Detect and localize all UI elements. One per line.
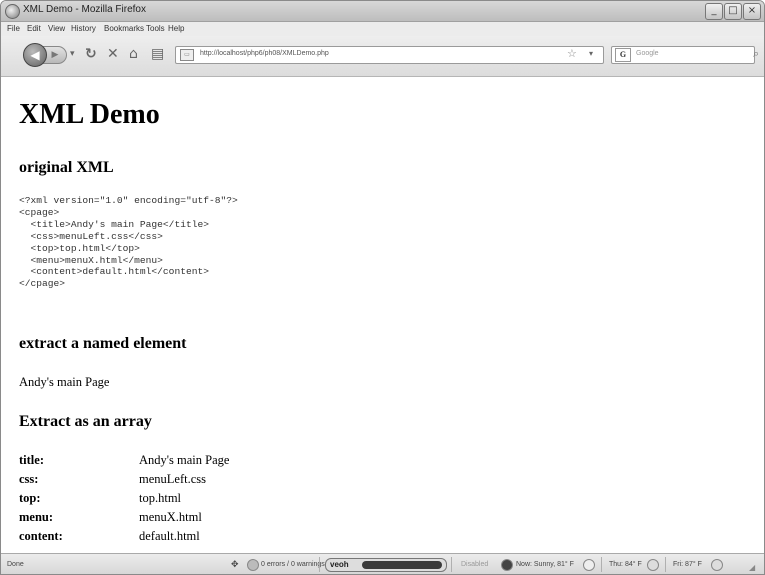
menu-bookmarks[interactable]: Bookmarks	[104, 24, 144, 33]
status-text: Done	[7, 561, 24, 568]
url-dropdown-icon[interactable]: ▾	[589, 47, 593, 61]
heading-named-element: extract a named element	[19, 335, 187, 352]
google-icon[interactable]: G	[615, 48, 631, 62]
home-icon[interactable]: ⌂	[129, 47, 138, 61]
close-button[interactable]: ×	[743, 3, 761, 20]
addon-logo: veoh	[330, 560, 349, 569]
reload-icon[interactable]: ↻	[85, 47, 97, 61]
menu-file[interactable]: File	[7, 24, 20, 33]
addon-progress	[362, 561, 442, 569]
array-key: css:	[19, 472, 39, 486]
resize-grip-icon[interactable]: ◢	[749, 563, 755, 572]
validator-icon[interactable]	[247, 559, 259, 571]
puzzle-icon[interactable]: ✥	[231, 559, 239, 570]
page-content: XML Demo original XML <?xml version="1.0…	[1, 77, 764, 552]
firefox-icon	[5, 4, 20, 19]
browser-window: XML Demo - Mozilla Firefox _ □ × File Ed…	[0, 0, 765, 575]
array-value: top.html	[139, 491, 182, 505]
array-value: Andy's main Page	[139, 453, 230, 467]
minimize-button[interactable]: _	[705, 3, 723, 20]
search-icon[interactable]: ⌕	[753, 47, 759, 61]
xml-line: <title>Andy's main Page</title>	[19, 218, 210, 230]
xml-line: <?xml version="1.0" encoding="utf-8"?>	[19, 195, 238, 206]
array-value: menuLeft.css	[139, 472, 206, 486]
array-key: content:	[19, 529, 63, 543]
star-icon[interactable]: ☆	[567, 47, 577, 60]
menu-bar: File Edit View History Bookmarks Tools H…	[1, 22, 764, 36]
page-title: XML Demo	[19, 99, 160, 130]
weather-now: Now: Sunny, 81° F	[516, 561, 574, 568]
array-value: menuX.html	[139, 510, 202, 524]
cloud-icon	[711, 559, 723, 571]
xml-line: <cpage>	[19, 206, 60, 218]
xml-listing: <?xml version="1.0" encoding="utf-8"?> <c…	[19, 195, 238, 290]
status-bar: Done ✥ 0 errors / 0 warnings veoh Disabl…	[1, 553, 764, 574]
url-bar[interactable]: ▭ http://localhost/php6/ph08/XMLDemo.php	[175, 46, 604, 64]
navigation-toolbar: ▶ ◀ ▾ ↻ ✕ ⌂ ▤ ▭ http://localhost/php6/ph…	[1, 36, 764, 77]
xml-line: <top>top.html</top>	[19, 242, 140, 254]
menu-help[interactable]: Help	[168, 24, 184, 33]
stop-icon[interactable]: ✕	[107, 47, 119, 61]
menu-tools[interactable]: Tools	[146, 24, 165, 33]
title-bar: XML Demo - Mozilla Firefox _ □ ×	[1, 1, 764, 22]
array-key: menu:	[19, 510, 54, 524]
window-title: XML Demo - Mozilla Firefox	[23, 4, 146, 15]
array-key: title:	[19, 453, 44, 467]
menu-edit[interactable]: Edit	[27, 24, 41, 33]
menu-view[interactable]: View	[48, 24, 65, 33]
array-value: default.html	[139, 529, 200, 543]
xml-line: <menu>menuX.html</menu>	[19, 254, 163, 266]
weather-fri: Fri: 87° F	[673, 561, 702, 568]
weather-thu: Thu: 84° F	[609, 561, 642, 568]
weather-icon	[501, 559, 513, 571]
media-addon[interactable]: veoh	[325, 558, 447, 572]
heading-array: Extract as an array	[19, 413, 152, 430]
search-box[interactable]: G Google	[611, 46, 755, 64]
bookmark-page-icon[interactable]: ▤	[151, 47, 164, 61]
error-count[interactable]: 0 errors / 0 warnings	[261, 561, 325, 568]
sun-icon	[583, 559, 595, 571]
search-input[interactable]: Google	[636, 50, 659, 57]
site-icon: ▭	[180, 49, 194, 61]
maximize-button[interactable]: □	[724, 3, 742, 20]
cloud-icon	[647, 559, 659, 571]
disabled-indicator: Disabled	[461, 561, 489, 568]
menu-history[interactable]: History	[71, 24, 96, 33]
heading-original-xml: original XML	[19, 159, 114, 176]
xml-line: <content>default.html</content>	[19, 266, 210, 278]
xml-line: </cpage>	[19, 278, 66, 290]
array-key: top:	[19, 491, 41, 505]
named-element-value: Andy's main Page	[19, 375, 110, 389]
url-text[interactable]: http://localhost/php6/ph08/XMLDemo.php	[200, 50, 329, 57]
history-dropdown-icon[interactable]: ▾	[70, 47, 75, 61]
back-button[interactable]: ◀	[23, 43, 47, 67]
xml-line: <css>menuLeft.css</css>	[19, 230, 163, 242]
